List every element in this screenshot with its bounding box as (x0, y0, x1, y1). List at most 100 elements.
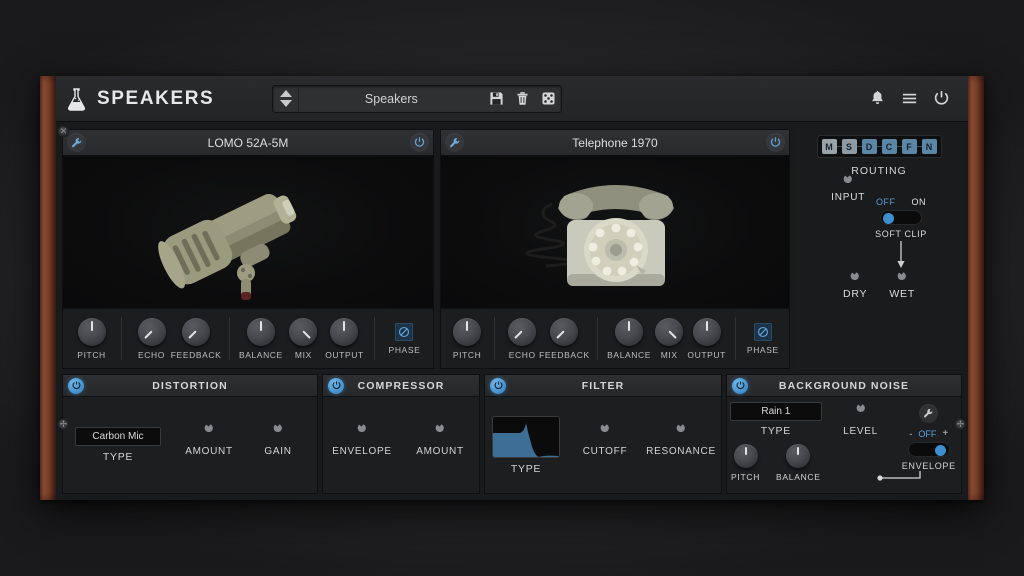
knob-dial[interactable] (289, 317, 318, 346)
routing-stage-c[interactable]: C (881, 139, 897, 154)
envelope-toggle[interactable] (907, 442, 950, 457)
knob-noise-pitch[interactable]: PITCH (731, 444, 760, 482)
knob-output[interactable]: OUTPUT (687, 317, 726, 360)
routing-connector (876, 146, 882, 147)
screw-bottom-right: ✢ (955, 419, 966, 430)
phase-button[interactable]: PHASE (384, 322, 425, 355)
routing-stage-m[interactable]: M (821, 139, 837, 154)
knob-dry[interactable]: DRY (842, 272, 868, 300)
distortion-body: Carbon Mic TYPE AMOUNT GAIN (63, 397, 317, 493)
signal-flow-arrow-icon (894, 241, 908, 276)
power-icon[interactable] (328, 377, 344, 394)
bell-icon[interactable] (864, 86, 890, 112)
trash-icon[interactable] (509, 86, 535, 112)
divider (374, 317, 375, 360)
knob-mix[interactable]: MIX (283, 317, 324, 360)
filter-resonance-label: RESONANCE (646, 445, 716, 457)
knob-ticks (272, 424, 284, 440)
toggle-handle[interactable] (883, 212, 894, 224)
knob-dial[interactable] (655, 317, 684, 346)
knob-output[interactable]: OUTPUT (324, 317, 365, 360)
knob-ticks (849, 272, 861, 288)
knob-dial[interactable] (550, 317, 579, 346)
hamburger-menu-icon[interactable] (896, 86, 922, 112)
knob-label: PITCH (77, 349, 106, 360)
preset-bar[interactable]: Speakers (272, 84, 563, 113)
knob-pitch[interactable]: PITCH (449, 317, 485, 360)
triangle-up-icon[interactable] (279, 90, 292, 97)
power-icon[interactable] (928, 86, 954, 112)
envelope-plus[interactable]: + (942, 428, 948, 439)
routing-stage-d[interactable]: D (861, 139, 877, 154)
filter-cutoff-label: CUTOFF (582, 445, 628, 457)
knob-echo[interactable]: ECHO (131, 317, 172, 360)
toggle-handle[interactable] (934, 444, 946, 456)
routing-stage-f[interactable]: F (901, 139, 917, 154)
knob-dial[interactable] (615, 317, 644, 346)
effect-compressor: COMPRESSOR ENVELOPE AMOUNT (322, 374, 480, 494)
knob-dial[interactable] (453, 317, 482, 346)
soft-clip-off-label[interactable]: OFF (876, 197, 896, 207)
knob-noise-balance[interactable]: BALANCE (776, 444, 821, 482)
knob-feedback[interactable]: FEEDBACK (171, 317, 221, 360)
power-icon[interactable] (732, 377, 748, 394)
knob-dial[interactable] (77, 317, 106, 346)
knob-feedback[interactable]: FEEDBACK (539, 317, 589, 360)
knob-dial[interactable] (692, 317, 721, 346)
effect-distortion: DISTORTION Carbon Mic TYPE AMOUNT GAIN (62, 374, 318, 494)
knob-dial[interactable] (246, 317, 275, 346)
title-bar-actions (864, 86, 958, 112)
noise-type-dropdown[interactable]: Rain 1 (729, 402, 822, 421)
phase-invert-icon[interactable] (753, 322, 772, 341)
distortion-type-dropdown[interactable]: Carbon Mic (75, 427, 161, 446)
knob-dial[interactable] (786, 444, 811, 468)
knob-dial[interactable] (733, 444, 758, 468)
knob-dial[interactable] (182, 317, 211, 346)
knob-dial[interactable] (508, 317, 537, 346)
wrench-icon[interactable] (445, 133, 464, 152)
effect-background-noise: BACKGROUND NOISE Rain 1 TYPE PITCH BALAN… (726, 374, 962, 494)
knob-echo[interactable]: ECHO (504, 317, 540, 360)
knob-input[interactable]: INPUT (831, 175, 865, 203)
knob-dial[interactable] (137, 317, 166, 346)
knob-pitch[interactable]: PITCH (71, 317, 112, 360)
routing-panel: M S D C F N ROUTING INPUT OFF ON SOFT CL… (796, 129, 962, 369)
soft-clip-toggle[interactable] (880, 210, 922, 225)
power-icon[interactable] (490, 377, 506, 394)
module-1-title: LOMO 52A-5M (207, 135, 289, 150)
knob-label: MIX (294, 349, 312, 360)
dice-icon[interactable] (535, 86, 561, 112)
module-1-image (63, 156, 433, 308)
power-icon[interactable] (410, 133, 429, 152)
wood-panel-left (40, 76, 56, 500)
knob-dial[interactable] (330, 317, 359, 346)
routing-chain[interactable]: M S D C F N (816, 135, 942, 158)
preset-name[interactable]: Speakers (299, 92, 483, 106)
floppy-save-icon[interactable] (483, 86, 509, 112)
routing-stage-s[interactable]: S (841, 139, 857, 154)
module-2-header: Telephone 1970 (441, 130, 789, 156)
power-icon[interactable] (766, 133, 785, 152)
dry-label: DRY (842, 288, 868, 300)
envelope-minus[interactable]: - (909, 429, 912, 439)
wrench-icon[interactable] (67, 133, 86, 152)
triangle-down-icon[interactable] (279, 100, 292, 107)
wrench-icon[interactable] (919, 404, 939, 423)
module-1-header: LOMO 52A-5M (63, 130, 433, 156)
knob-mix[interactable]: MIX (651, 317, 687, 360)
knob-wet[interactable]: WET (889, 272, 915, 300)
knob-balance[interactable]: BALANCE (607, 317, 651, 360)
soft-clip-on-label[interactable]: ON (912, 197, 927, 207)
filter-type-display[interactable] (492, 415, 560, 458)
filter-body: TYPE CUTOFF RESONANCE (485, 397, 721, 493)
module-telephone: Telephone 1970 PITCH ECHO FEEDBACK BALAN… (440, 129, 790, 369)
routing-stage-n[interactable]: N (921, 139, 937, 154)
phase-invert-icon[interactable] (395, 322, 414, 341)
screw-top-left: ✕ (58, 126, 69, 137)
power-icon[interactable] (68, 377, 84, 394)
knob-balance[interactable]: BALANCE (239, 317, 283, 360)
module-2-title: Telephone 1970 (572, 135, 658, 150)
phase-button[interactable]: PHASE (745, 322, 781, 355)
module-microphone: LOMO 52A-5M PITCH ECHO FEEDBACK BALANCE … (62, 129, 434, 369)
preset-spinner[interactable] (273, 85, 300, 112)
